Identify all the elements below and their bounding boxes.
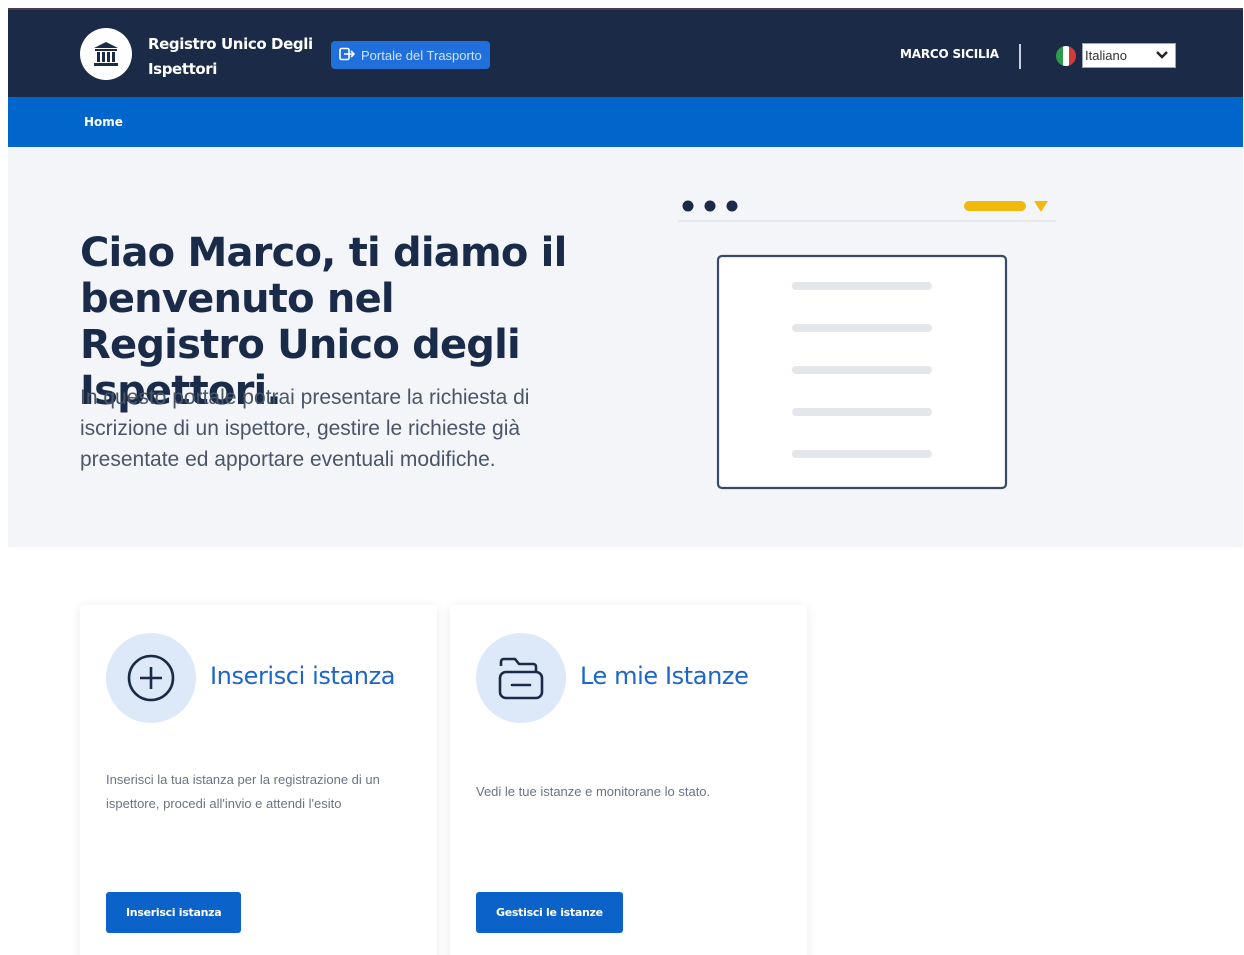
card-description: Vedi le tue istanze e monitorane lo stat… — [476, 784, 711, 799]
card-description: Inserisci la tua istanza per la registra… — [106, 772, 380, 811]
card-le-mie-istanze: Le mie Istanze Vedi le tue istanze e mon… — [450, 605, 807, 955]
inserisci-istanza-button[interactable]: Inserisci istanza — [106, 892, 242, 933]
hero-description: In questo portale potrai presentare la r… — [80, 386, 530, 471]
brand-title[interactable]: Registro Unico Degli Ispettori — [148, 32, 328, 82]
external-link-icon — [339, 47, 356, 64]
gestisci-istanze-button[interactable]: Gestisci le istanze — [476, 892, 623, 933]
card-inserisci-istanza: Inserisci istanza Inserisci la tua istan… — [80, 605, 437, 955]
header-divider — [1019, 44, 1021, 69]
portal-transport-button[interactable]: Portale del Trasporto — [331, 41, 490, 69]
folder-icon — [476, 633, 566, 723]
hero-section: Ciao Marco, ti diamo il benvenuto nel Re… — [8, 147, 1243, 547]
portal-transport-label: Portale del Trasporto — [361, 47, 482, 63]
brand-title-line2: Ispettori — [148, 60, 218, 78]
top-header: Registro Unico Degli Ispettori Portale d… — [8, 8, 1243, 97]
brand-title-line1: Registro Unico Degli — [148, 35, 313, 53]
language-select[interactable]: Italiano — [1082, 43, 1176, 68]
card-title: Le mie Istanze — [580, 662, 749, 690]
chevron-down-icon — [1155, 48, 1169, 63]
hero-illustration — [676, 195, 1066, 499]
language-select-value: Italiano — [1085, 48, 1127, 63]
plus-circle-icon — [106, 633, 196, 723]
nav-item-home[interactable]: Home — [84, 115, 123, 129]
user-name[interactable]: MARCO SICILIA — [900, 47, 999, 61]
institution-icon[interactable] — [80, 28, 132, 80]
main-nav: Home — [8, 97, 1243, 147]
card-title: Inserisci istanza — [210, 662, 396, 690]
italian-flag-icon — [1056, 46, 1076, 66]
